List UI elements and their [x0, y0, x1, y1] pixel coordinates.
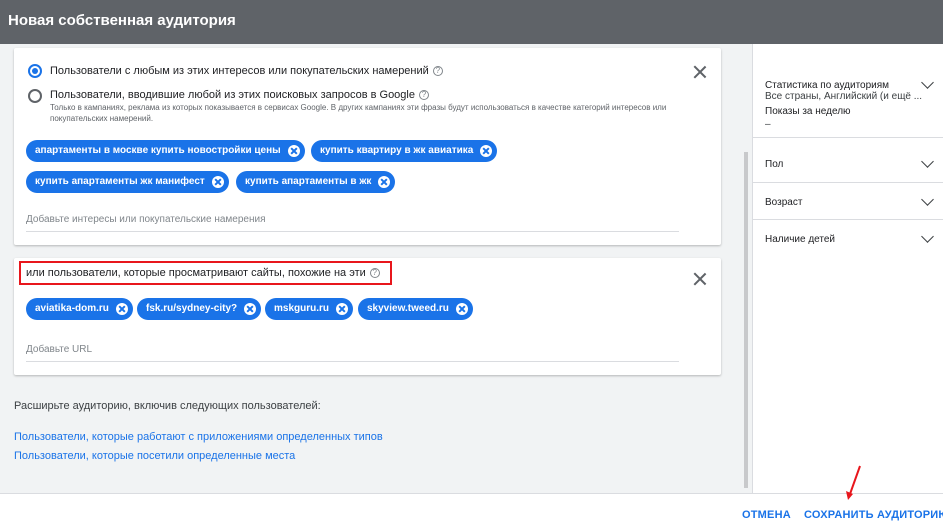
close-icon[interactable] — [693, 272, 707, 286]
option-search-label: Пользователи, вводившие любой из этих по… — [50, 89, 415, 101]
age-section[interactable]: Возраст — [753, 183, 943, 220]
save-audience-button[interactable]: СОХРАНИТЬ АУДИТОРИЮ — [804, 509, 943, 521]
scrollbar[interactable] — [744, 152, 748, 488]
chip-remove-icon[interactable] — [378, 176, 391, 188]
search-terms-note: Только в кампаниях, реклама из которых п… — [50, 103, 667, 123]
url-chip[interactable]: mskguru.ru — [265, 298, 354, 320]
interest-input[interactable]: Добавьте интересы или покупательские нам… — [26, 214, 679, 232]
help-icon[interactable]: ? — [418, 90, 429, 101]
option-any-interest[interactable]: Пользователи с любым из этих интересов и… — [50, 65, 443, 77]
dialog-title: Новая собственная аудитория — [8, 12, 236, 29]
chip-remove-icon[interactable] — [480, 145, 493, 157]
close-icon[interactable] — [693, 65, 707, 79]
interest-chip[interactable]: купить квартиру в жк авиатика — [311, 140, 498, 162]
children-label: Наличие детей — [765, 234, 836, 245]
chevron-down-icon[interactable] — [921, 193, 934, 206]
chip-remove-icon[interactable] — [211, 176, 224, 188]
interest-chip[interactable]: купить апартаменты в жк — [236, 171, 396, 193]
chip-remove-icon[interactable] — [455, 303, 468, 315]
help-icon[interactable]: ? — [432, 66, 443, 77]
option-search-terms[interactable]: Пользователи, вводившие любой из этих по… — [50, 89, 429, 101]
interests-card: Пользователи с любым из этих интересов и… — [14, 48, 721, 245]
places-users-link[interactable]: Пользователи, которые посетили определен… — [14, 450, 295, 462]
chip-remove-icon[interactable] — [115, 303, 128, 315]
interest-chip[interactable]: апартаменты в москве купить новостройки … — [26, 140, 305, 162]
similar-sites-label: или пользователи, которые просматривают … — [26, 267, 380, 279]
expand-audience-text: Расширьте аудиторию, включив следующих п… — [14, 400, 321, 412]
url-chip[interactable]: skyview.tweed.ru — [358, 298, 473, 320]
stats-subtitle: Все страны, Английский (и ещё ... — [765, 91, 923, 102]
impressions-value: – — [765, 119, 771, 130]
impressions-label: Показы за неделю — [765, 106, 851, 117]
radio-search-terms[interactable] — [28, 89, 42, 103]
help-icon[interactable]: ? — [369, 268, 380, 279]
stats-title: Статистика по аудиториям — [765, 80, 890, 91]
url-input[interactable]: Добавьте URL — [26, 344, 679, 362]
interest-chip[interactable]: купить апартаменты жк манифест — [26, 171, 229, 193]
radio-any-interest[interactable] — [28, 64, 42, 78]
chip-remove-icon[interactable] — [336, 303, 349, 315]
option-any-label: Пользователи с любым из этих интересов и… — [50, 65, 429, 77]
children-section[interactable]: Наличие детей — [753, 220, 943, 257]
gender-section[interactable]: Пол — [753, 145, 943, 183]
age-label: Возраст — [765, 197, 803, 208]
url-chip[interactable]: fsk.ru/sydney-city? — [137, 298, 262, 320]
chevron-down-icon[interactable] — [921, 76, 934, 89]
main-content: Пользователи с любым из этих интересов и… — [0, 44, 752, 493]
chip-remove-icon[interactable] — [287, 145, 300, 157]
apps-users-link[interactable]: Пользователи, которые работают с приложе… — [14, 431, 383, 443]
chevron-down-icon[interactable] — [921, 155, 934, 168]
url-chip[interactable]: aviatika-dom.ru — [26, 298, 133, 320]
dialog-header: Новая собственная аудитория — [0, 0, 943, 44]
audience-stats-sidebar: Статистика по аудиториям Все страны, Анг… — [752, 44, 943, 493]
gender-label: Пол — [765, 159, 784, 170]
chip-remove-icon[interactable] — [244, 303, 257, 315]
red-arrow-annotation — [846, 465, 861, 500]
chevron-down-icon[interactable] — [921, 230, 934, 243]
similar-sites-card: или пользователи, которые просматривают … — [14, 258, 721, 375]
cancel-button[interactable]: ОТМЕНА — [742, 509, 791, 521]
dialog-footer: ОТМЕНА СОХРАНИТЬ АУДИТОРИЮ — [0, 493, 943, 530]
stats-section[interactable]: Статистика по аудиториям Все страны, Анг… — [753, 44, 943, 138]
